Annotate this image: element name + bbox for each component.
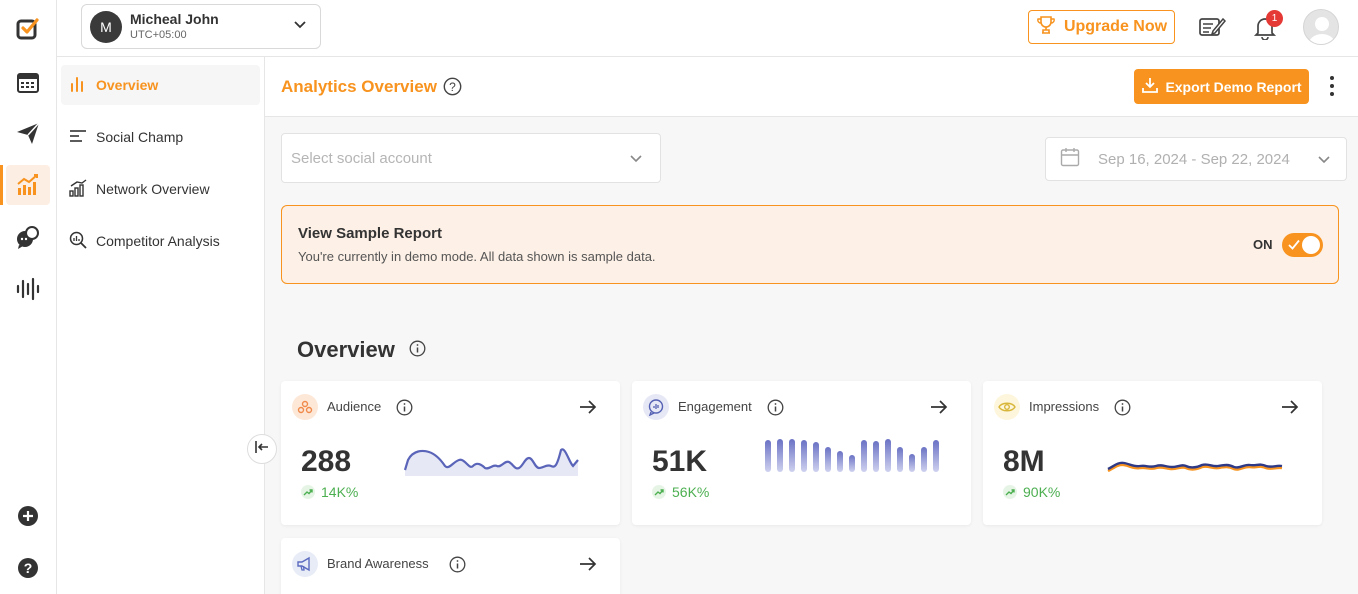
sidebar-item-label: Competitor Analysis bbox=[96, 233, 220, 249]
publish-send-icon[interactable] bbox=[6, 113, 50, 153]
sidebar-item-overview[interactable]: Overview bbox=[61, 65, 260, 105]
brand-awareness-card[interactable]: Brand Awareness bbox=[281, 538, 620, 594]
card-label: Engagement bbox=[678, 399, 752, 414]
arrow-right-icon[interactable] bbox=[929, 397, 949, 422]
listening-wave-icon[interactable] bbox=[6, 269, 50, 309]
megaphone-icon bbox=[292, 551, 318, 577]
banner-text: You're currently in demo mode. All data … bbox=[298, 249, 656, 264]
analytics-icon[interactable] bbox=[0, 165, 50, 205]
collapse-left-icon bbox=[254, 440, 270, 459]
chevron-down-icon bbox=[628, 151, 644, 171]
collapse-sidebar-button[interactable] bbox=[247, 434, 277, 464]
logo-check-icon[interactable] bbox=[6, 9, 50, 49]
change-value: 90K% bbox=[1023, 484, 1061, 500]
more-options-icon[interactable] bbox=[1328, 75, 1336, 102]
sidebar-item-social-champ[interactable]: Social Champ bbox=[61, 117, 260, 157]
audience-card[interactable]: Audience 288 14K% bbox=[281, 381, 620, 525]
upgrade-label: Upgrade Now bbox=[1063, 18, 1168, 35]
check-icon bbox=[1288, 238, 1300, 257]
page-title: Analytics Overview bbox=[281, 77, 437, 96]
trend-up-icon bbox=[301, 485, 315, 499]
arrow-right-icon[interactable] bbox=[578, 397, 598, 422]
social-account-select[interactable]: Select social account bbox=[281, 133, 661, 183]
eye-icon bbox=[994, 394, 1020, 420]
svg-text:?: ? bbox=[449, 80, 456, 94]
account-switcher[interactable]: M Micheal John UTC+05:00 bbox=[81, 4, 321, 49]
user-avatar: M bbox=[90, 10, 122, 43]
banner-title: View Sample Report bbox=[298, 225, 442, 242]
card-value: 51K bbox=[652, 445, 708, 478]
sidebar-item-competitor-analysis[interactable]: Competitor Analysis bbox=[61, 221, 260, 261]
sidebar-item-label: Social Champ bbox=[96, 129, 184, 145]
svg-text:?: ? bbox=[24, 560, 33, 576]
export-label: Export Demo Report bbox=[1165, 78, 1302, 95]
card-label: Impressions bbox=[1029, 399, 1100, 414]
notes-icon[interactable] bbox=[1197, 12, 1227, 42]
top-header: M Micheal John UTC+05:00 Upgrade Now 1 bbox=[57, 0, 1358, 57]
card-change: 14K% bbox=[301, 484, 358, 500]
section-title: Overview bbox=[297, 337, 395, 362]
engagement-card[interactable]: Engagement 51K 56K% bbox=[632, 381, 971, 525]
demo-mode-toggle[interactable] bbox=[1282, 233, 1323, 257]
user-name: Micheal John bbox=[130, 10, 219, 27]
help-icon[interactable]: ? bbox=[6, 548, 50, 588]
info-icon[interactable] bbox=[396, 399, 413, 421]
demo-mode-banner: View Sample Report You're currently in d… bbox=[281, 205, 1339, 284]
toggle-label: ON bbox=[1253, 237, 1273, 252]
bar-chart-icon bbox=[69, 75, 87, 96]
info-icon[interactable] bbox=[409, 340, 426, 362]
lines-icon bbox=[69, 127, 87, 148]
competitor-search-icon bbox=[69, 231, 87, 252]
toggle-knob bbox=[1302, 236, 1320, 254]
info-icon[interactable] bbox=[1114, 399, 1131, 421]
card-value: 288 bbox=[301, 445, 352, 478]
change-value: 56K% bbox=[672, 484, 710, 500]
trend-up-icon bbox=[1003, 485, 1017, 499]
change-value: 14K% bbox=[321, 484, 359, 500]
card-label: Audience bbox=[327, 399, 382, 414]
info-icon[interactable] bbox=[767, 399, 784, 421]
network-bars-icon bbox=[69, 178, 87, 200]
chevron-down-icon bbox=[292, 17, 308, 38]
chevron-down-icon bbox=[1316, 152, 1332, 172]
engagement-chat-icon bbox=[643, 394, 669, 420]
calendar-icon bbox=[1060, 147, 1080, 171]
engagement-bar-sparkline bbox=[765, 439, 939, 472]
card-value: 8M bbox=[1003, 445, 1045, 478]
impressions-sparkline bbox=[1107, 461, 1283, 473]
upgrade-button[interactable]: Upgrade Now bbox=[1028, 10, 1175, 44]
main-header: Analytics Overview ? Export Demo Report bbox=[265, 57, 1358, 117]
select-placeholder: Select social account bbox=[291, 149, 432, 167]
trend-up-icon bbox=[652, 485, 666, 499]
sidebar-item-label: Network Overview bbox=[96, 181, 210, 197]
card-change: 90K% bbox=[1003, 484, 1060, 500]
notification-badge: 1 bbox=[1266, 10, 1283, 27]
trophy-icon bbox=[1036, 15, 1056, 40]
date-range-value: Sep 16, 2024 - Sep 22, 2024 bbox=[1098, 150, 1290, 168]
card-change: 56K% bbox=[652, 484, 709, 500]
calendar-icon[interactable] bbox=[6, 62, 50, 102]
arrow-right-icon[interactable] bbox=[1280, 397, 1300, 422]
help-circle-icon[interactable]: ? bbox=[443, 77, 462, 101]
info-icon[interactable] bbox=[449, 556, 466, 578]
download-icon bbox=[1141, 76, 1159, 97]
sidebar-item-network-overview[interactable]: Network Overview bbox=[61, 169, 260, 209]
sidebar-item-label: Overview bbox=[96, 77, 159, 93]
notification-bell-icon[interactable]: 1 bbox=[1250, 10, 1283, 42]
analytics-sidebar: Overview Social Champ Network Overview C… bbox=[57, 57, 265, 594]
audience-icon bbox=[292, 394, 318, 420]
arrow-right-icon[interactable] bbox=[578, 554, 598, 579]
icon-rail: ? bbox=[0, 0, 57, 594]
user-timezone: UTC+05:00 bbox=[130, 28, 187, 41]
impressions-card[interactable]: Impressions 8M 90K% bbox=[983, 381, 1322, 525]
engage-chat-icon[interactable] bbox=[6, 217, 50, 257]
date-range-picker[interactable]: Sep 16, 2024 - Sep 22, 2024 bbox=[1045, 137, 1347, 181]
card-label: Brand Awareness bbox=[327, 556, 429, 571]
add-icon[interactable] bbox=[6, 496, 50, 536]
profile-avatar[interactable] bbox=[1303, 9, 1339, 45]
audience-sparkline bbox=[403, 448, 579, 476]
export-demo-report-button[interactable]: Export Demo Report bbox=[1134, 69, 1309, 104]
